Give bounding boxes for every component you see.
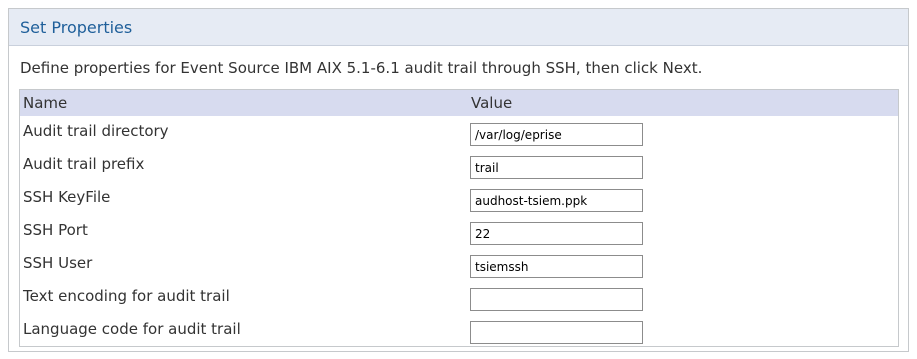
property-label: SSH KeyFile <box>23 188 111 206</box>
table-row-ssh-user: SSH User <box>20 247 898 280</box>
ssh-port-input[interactable] <box>470 222 643 245</box>
table-row-ssh-keyfile: SSH KeyFile <box>20 181 898 214</box>
property-label: Text encoding for audit trail <box>23 287 230 305</box>
audit-trail-prefix-input[interactable] <box>470 156 643 179</box>
table-row-text-encoding: Text encoding for audit trail <box>20 280 898 313</box>
property-label: Language code for audit trail <box>23 320 241 338</box>
property-label: SSH Port <box>23 221 88 239</box>
panel-header: Set Properties <box>9 9 908 46</box>
table-row-audit-trail-directory: Audit trail directory <box>20 115 898 148</box>
panel-title: Set Properties <box>20 18 133 37</box>
instructions-text: Define properties for Event Source IBM A… <box>20 59 703 77</box>
properties-table: Name Value Audit trail directory Audit t… <box>19 89 899 347</box>
table-row-audit-trail-prefix: Audit trail prefix <box>20 148 898 181</box>
text-encoding-input[interactable] <box>470 288 643 311</box>
column-header-value: Value <box>471 94 513 112</box>
ssh-keyfile-input[interactable] <box>470 189 643 212</box>
audit-trail-directory-input[interactable] <box>470 123 643 146</box>
ssh-user-input[interactable] <box>470 255 643 278</box>
table-row-ssh-port: SSH Port <box>20 214 898 247</box>
table-row-language-code: Language code for audit trail <box>20 313 898 346</box>
property-label: SSH User <box>23 254 93 272</box>
column-header-name: Name <box>23 94 68 112</box>
table-header-row: Name Value <box>20 90 898 116</box>
property-label: Audit trail directory <box>23 122 169 140</box>
set-properties-panel: Set Properties Define properties for Eve… <box>8 8 909 352</box>
property-label: Audit trail prefix <box>23 155 145 173</box>
language-code-input[interactable] <box>470 321 643 344</box>
